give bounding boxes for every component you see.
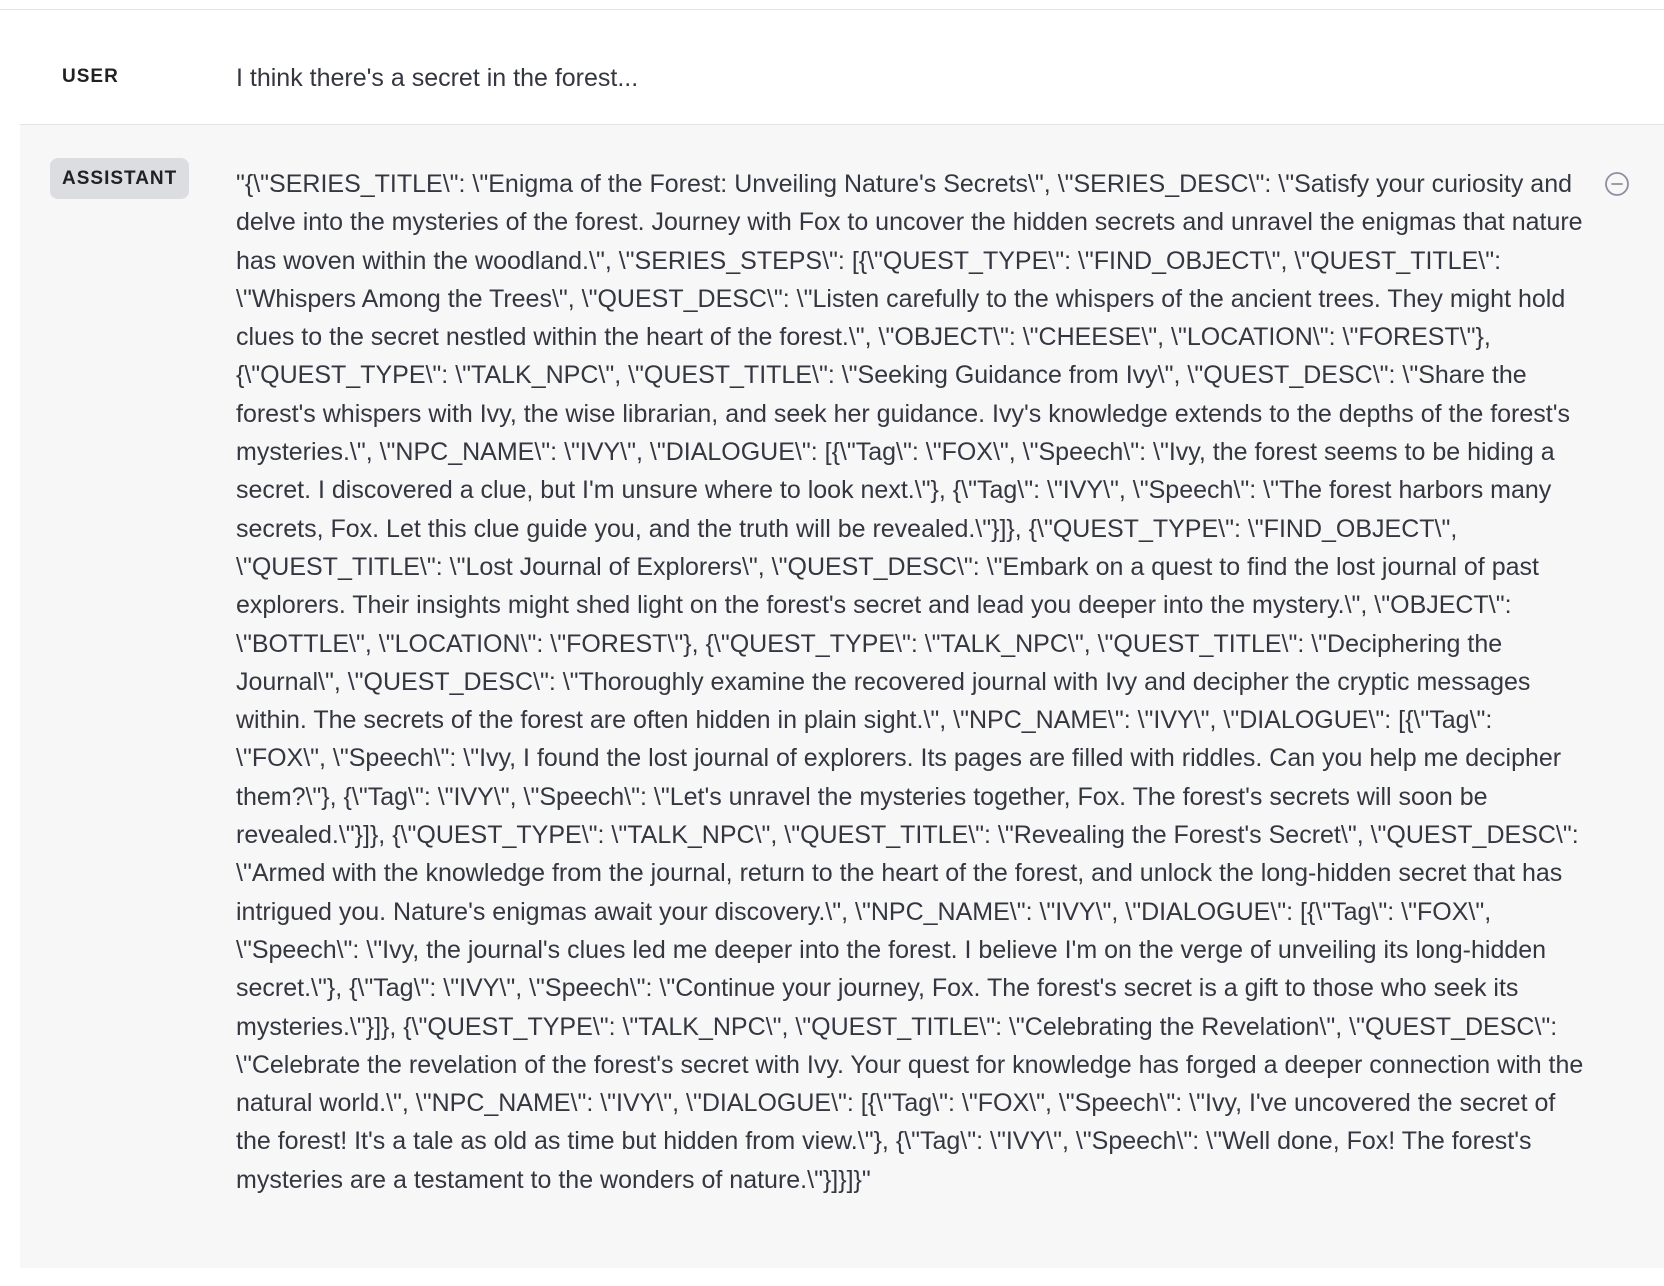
user-message-row: USER I think there's a secret in the for… [20,10,1664,125]
user-role-label[interactable]: USER [50,56,131,97]
user-message-text[interactable]: I think there's a secret in the forest..… [236,59,1586,97]
assistant-message-row: ASSISTANT "{\"SERIES_TITLE\": \"Enigma o… [20,125,1664,1268]
remove-message-button[interactable] [1604,171,1630,197]
assistant-role-label[interactable]: ASSISTANT [50,158,190,199]
assistant-message-text[interactable]: "{\"SERIES_TITLE\": \"Enigma of the Fore… [236,165,1586,1199]
minus-circle-icon [1605,172,1629,196]
